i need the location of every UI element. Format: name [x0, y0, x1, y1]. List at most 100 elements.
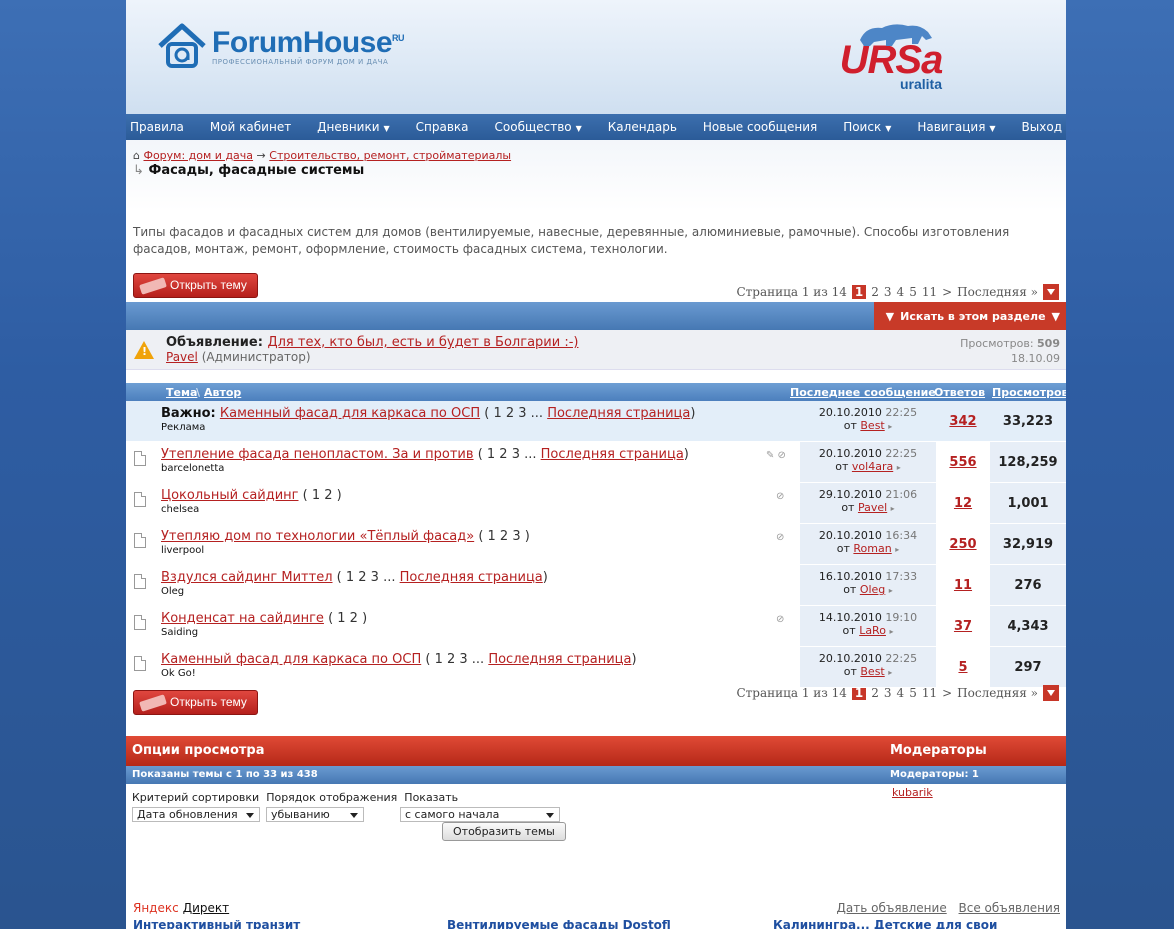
thread-title-link[interactable]: Утепление фасада пенопластом. За и проти… — [161, 447, 474, 462]
nav-community[interactable]: Сообщество ▼ — [495, 120, 582, 134]
pager-page[interactable]: 2 — [871, 285, 879, 299]
nav-logout[interactable]: Выход — [1022, 120, 1062, 134]
sort-author[interactable]: Автор — [204, 386, 241, 399]
go-last-post-icon[interactable]: ▸ — [897, 463, 901, 472]
search-section-button[interactable]: ▼ Искать в этом разделе ▼ — [873, 302, 1066, 330]
last-post-user[interactable]: Pavel — [858, 501, 887, 514]
last-post-user[interactable]: Best — [860, 665, 884, 678]
open-topic-button[interactable]: Открыть тему — [133, 689, 258, 715]
pager-page[interactable]: 5 — [909, 686, 917, 700]
pager-page[interactable]: 2 — [871, 686, 879, 700]
pager-page[interactable]: 11 — [922, 285, 937, 299]
pager-page[interactable]: 5 — [909, 285, 917, 299]
open-topic-button[interactable]: Открыть тему — [133, 272, 258, 298]
thread-author[interactable]: Saiding — [161, 627, 198, 638]
forumhouse-logo[interactable]: ForumHouseRU ПРОФЕССИОНАЛЬНЫЙ ФОРУМ ДОМ … — [156, 20, 405, 72]
thread-author[interactable]: liverpool — [161, 545, 204, 556]
thread-author[interactable]: chelsea — [161, 504, 199, 515]
thread-last-page[interactable]: Последняя страница — [541, 447, 684, 462]
announcement-author[interactable]: Pavel — [166, 350, 198, 364]
show-select[interactable]: с самого начала — [400, 807, 560, 822]
last-post-user[interactable]: vol4ara — [852, 460, 893, 473]
sort-select[interactable]: Дата обновления — [132, 807, 260, 822]
sort-topic[interactable]: Тема — [166, 386, 197, 399]
thread-title-link[interactable]: Каменный фасад для каркаса по ОСП — [220, 406, 480, 421]
nav-help[interactable]: Справка — [416, 120, 469, 134]
pager-page[interactable]: 4 — [897, 285, 905, 299]
thread-author[interactable]: Реклама — [161, 422, 205, 433]
nav-new-posts[interactable]: Новые сообщения — [703, 120, 817, 134]
replies-link[interactable]: 342 — [949, 414, 976, 429]
go-last-post-icon[interactable]: ▸ — [888, 422, 892, 431]
ad-right[interactable]: Калинингра... Детские для свои — [773, 920, 997, 929]
sort-last-post[interactable]: Последнее сообщение — [790, 386, 936, 399]
thread-pages[interactable]: ( 1 2 3 ... — [337, 570, 396, 585]
moderator-link[interactable]: kubarik — [892, 786, 933, 799]
nav-my-account[interactable]: Мой кабинет — [210, 120, 291, 134]
pager-dropdown-icon[interactable] — [1043, 284, 1059, 300]
thread-pages[interactable]: ( 1 2 3 ... — [484, 406, 543, 421]
thread-pages[interactable]: ( 1 2 ) — [303, 488, 342, 503]
pager-next[interactable]: > — [942, 686, 952, 700]
replies-link[interactable]: 37 — [954, 619, 972, 634]
thread-title-link[interactable]: Утепляю дом по технологии «Тёплый фасад» — [161, 529, 474, 544]
ad-left[interactable]: Интерактивный транзит — [133, 920, 300, 929]
thread-title-link[interactable]: Вздулся сайдинг Миттел — [161, 570, 333, 585]
thread-pages[interactable]: ( 1 2 3 ... — [425, 652, 484, 667]
pager-page[interactable]: 3 — [884, 686, 892, 700]
table-row: Цокольный сайдинг ( 1 2 ) chelsea ⊘ 29.1… — [126, 483, 1066, 524]
last-post-user[interactable]: Oleg — [860, 583, 885, 596]
nav-calendar[interactable]: Календарь — [608, 120, 677, 134]
give-ad-link[interactable]: Дать объявление — [837, 901, 947, 915]
pager-dropdown-icon[interactable] — [1043, 685, 1059, 701]
order-select[interactable]: убыванию — [266, 807, 364, 822]
last-post-user[interactable]: LaRo — [859, 624, 886, 637]
replies-link[interactable]: 11 — [954, 578, 972, 593]
replies-link[interactable]: 12 — [954, 496, 972, 511]
nav-navigation[interactable]: Навигация ▼ — [917, 120, 995, 134]
go-last-post-icon[interactable]: ▸ — [895, 545, 899, 554]
thread-last-page[interactable]: Последняя страница — [400, 570, 543, 585]
thread-pages[interactable]: ( 1 2 3 ... — [478, 447, 537, 462]
thread-author[interactable]: Ok Go! — [161, 668, 196, 679]
nav-rules[interactable]: Правила — [130, 120, 184, 134]
ursa-sponsor-logo[interactable]: URSa uralita — [826, 18, 956, 108]
show-threads-button[interactable]: Отобразить темы — [442, 822, 566, 841]
nav-diaries[interactable]: Дневники ▼ — [317, 120, 390, 134]
thread-author[interactable]: barcelonetta — [161, 463, 224, 474]
thread-author[interactable]: Oleg — [161, 586, 184, 597]
thread-last-page[interactable]: Последняя страница — [488, 652, 631, 667]
sort-views[interactable]: Просмотров — [992, 386, 1066, 399]
replies-link[interactable]: 250 — [949, 537, 976, 552]
last-post-user[interactable]: Best — [860, 419, 884, 432]
breadcrumb-root[interactable]: Форум: дом и дача — [143, 149, 253, 162]
pager-page[interactable]: 3 — [884, 285, 892, 299]
thread-title-link[interactable]: Каменный фасад для каркаса по ОСП — [161, 652, 421, 667]
thread-title-link[interactable]: Конденсат на сайдинге — [161, 611, 324, 626]
all-ads-link[interactable]: Все объявления — [959, 901, 1060, 915]
go-last-post-icon[interactable]: ▸ — [889, 586, 893, 595]
go-last-post-icon[interactable]: ▸ — [889, 627, 893, 636]
thread-pages[interactable]: ( 1 2 ) — [328, 611, 367, 626]
replies-link[interactable]: 556 — [949, 455, 976, 470]
last-post-user[interactable]: Roman — [853, 542, 891, 555]
pager-last[interactable]: Последняя » — [957, 285, 1038, 299]
pager-next[interactable]: > — [942, 285, 952, 299]
home-icon[interactable]: ⌂ — [133, 149, 140, 162]
nav-search[interactable]: Поиск ▼ — [843, 120, 891, 134]
pager-last[interactable]: Последняя » — [957, 686, 1038, 700]
go-last-post-icon[interactable]: ▸ — [891, 504, 895, 513]
go-last-post-icon[interactable]: ▸ — [888, 668, 892, 677]
sort-replies[interactable]: Ответов — [934, 386, 985, 399]
forum-tools-band: ▼ Искать в этом разделе ▼ — [126, 302, 1066, 330]
ad-middle[interactable]: Вентилируемые фасады Dostofl — [447, 920, 671, 929]
replies-link[interactable]: 5 — [958, 660, 967, 675]
direct-link[interactable]: Директ — [183, 901, 229, 915]
thread-last-page[interactable]: Последняя страница — [547, 406, 690, 421]
pager-page[interactable]: 4 — [897, 686, 905, 700]
breadcrumb-parent[interactable]: Строительство, ремонт, стройматериалы — [269, 149, 511, 162]
announcement-link[interactable]: Для тех, кто был, есть и будет в Болгари… — [267, 335, 578, 350]
thread-pages[interactable]: ( 1 2 3 ) — [478, 529, 530, 544]
pager-page[interactable]: 11 — [922, 686, 937, 700]
thread-title-link[interactable]: Цокольный сайдинг — [161, 488, 299, 503]
